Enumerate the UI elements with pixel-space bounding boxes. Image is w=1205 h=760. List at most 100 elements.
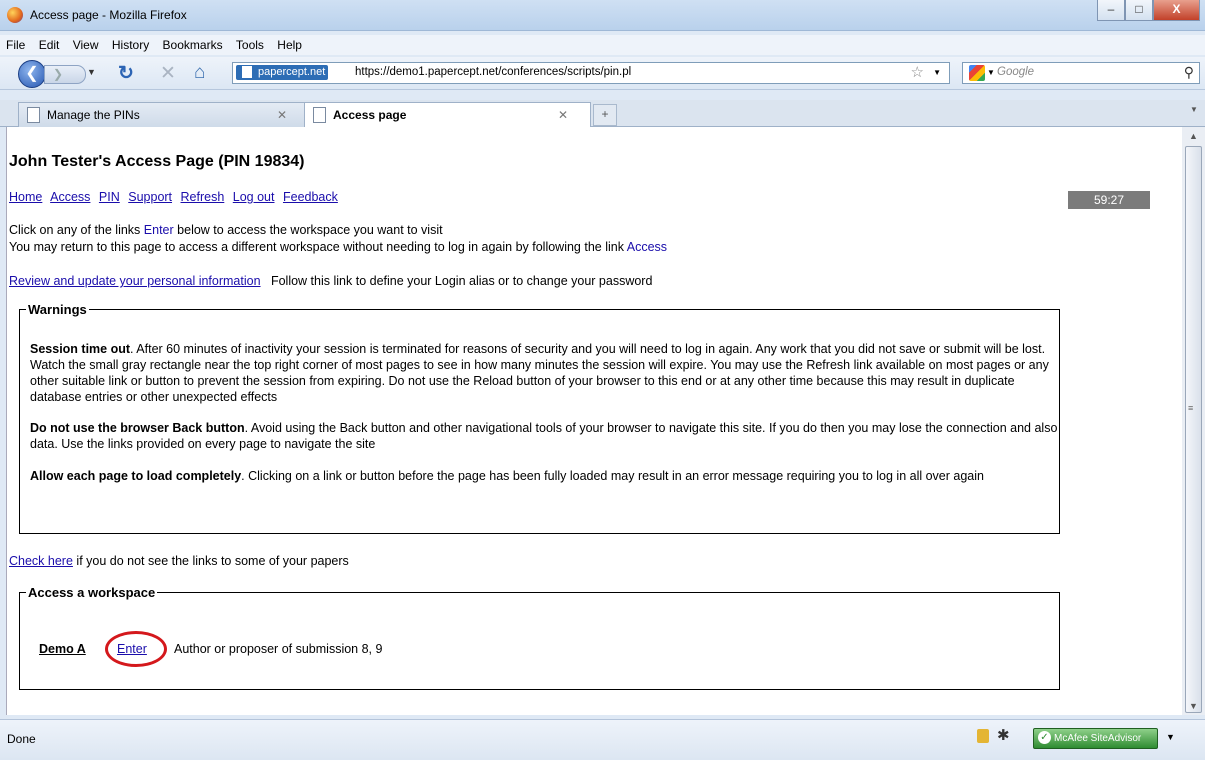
link-support[interactable]: Support <box>128 190 172 204</box>
menubar: File Edit View History Bookmarks Tools H… <box>0 35 1205 55</box>
maximize-button[interactable]: □ <box>1125 0 1153 21</box>
intro-text: Click on any of the links <box>9 223 144 237</box>
tab-manage-pins[interactable]: Manage the PINs ✕ <box>18 102 305 127</box>
link-pin[interactable]: PIN <box>99 190 120 204</box>
back-button[interactable]: ❮ <box>18 60 46 88</box>
tab-close-icon[interactable]: ✕ <box>558 108 568 122</box>
mcafee-label: McAfee SiteAdvisor <box>1054 733 1142 744</box>
warning-session-timeout: Session time out. After 60 minutes of in… <box>30 341 1060 405</box>
forward-button[interactable]: ❯ <box>44 65 86 84</box>
personal-info-line: Review and update your personal informat… <box>9 274 652 288</box>
check-line: Check here if you do not see the links t… <box>9 554 349 568</box>
tab-label: Access page <box>333 108 407 122</box>
session-timer: 59:27 <box>1068 191 1150 209</box>
warning-text: . After 60 minutes of inactivity your se… <box>30 342 1049 404</box>
page-title: John Tester's Access Page (PIN 19834) <box>9 153 305 170</box>
address-bar[interactable]: papercept.net https://demo1.papercept.ne… <box>232 62 950 84</box>
menu-file[interactable]: File <box>0 35 29 52</box>
check-text: if you do not see the links to some of y… <box>72 554 349 568</box>
personal-info-link[interactable]: Review and update your personal informat… <box>9 274 261 288</box>
link-logout[interactable]: Log out <box>233 190 275 204</box>
search-placeholder: Google <box>997 66 1035 78</box>
workspace-name: Demo A <box>39 642 86 656</box>
new-tab-button[interactable]: + <box>593 104 617 126</box>
page-icon <box>27 107 40 123</box>
mcafee-siteadvisor-button[interactable]: ✓ McAfee SiteAdvisor <box>1033 728 1158 749</box>
link-refresh[interactable]: Refresh <box>181 190 225 204</box>
workspace-box: Access a workspace Demo A Enter Author o… <box>19 585 1060 690</box>
menu-history[interactable]: History <box>106 35 153 52</box>
menu-help[interactable]: Help <box>271 35 306 52</box>
page-content: John Tester's Access Page (PIN 19834) Ho… <box>6 127 1182 715</box>
google-search-engine-icon[interactable] <box>969 65 985 81</box>
search-icon[interactable]: ⚲ <box>1184 64 1194 81</box>
workspace-legend: Access a workspace <box>28 585 156 600</box>
intro-text: You may return to this page to access a … <box>9 240 627 254</box>
warning-text: . Clicking on a link or button before th… <box>241 469 984 483</box>
warnings-box: Warnings Session time out. After 60 minu… <box>19 302 1060 534</box>
stop-icon[interactable]: ✕ <box>160 62 176 85</box>
menu-tools[interactable]: Tools <box>230 35 268 52</box>
intro-enter-word: Enter <box>143 223 174 237</box>
tab-close-icon[interactable]: ✕ <box>277 108 287 122</box>
search-engine-dropdown-icon[interactable]: ▼ <box>987 68 995 77</box>
tab-list-dropdown-icon[interactable]: ▼ <box>1190 105 1198 114</box>
menu-bookmarks[interactable]: Bookmarks <box>157 35 227 52</box>
intro-access-word: Access <box>626 240 668 254</box>
scrollbar-thumb[interactable] <box>1185 146 1202 713</box>
extension-bug-icon[interactable]: ✱ <box>997 726 1010 744</box>
page-icon <box>313 107 326 123</box>
close-button[interactable]: X <box>1153 0 1200 21</box>
warning-page-load: Allow each page to load completely. Clic… <box>30 468 1060 484</box>
minimize-button[interactable]: – <box>1097 0 1125 21</box>
mcafee-dropdown-icon[interactable]: ▼ <box>1166 732 1175 742</box>
plus-icon: + <box>601 107 609 121</box>
personal-info-text: Follow this link to define your Login al… <box>270 274 653 288</box>
window-title: Access page - Mozilla Firefox <box>30 8 187 22</box>
navigation-toolbar: ❮ ❯ ▼ ↻ ✕ ⌂ papercept.net https://demo1.… <box>0 57 1205 90</box>
history-dropdown-icon[interactable]: ▼ <box>87 67 96 77</box>
link-feedback[interactable]: Feedback <box>283 190 338 204</box>
firefox-logo-icon <box>7 7 23 23</box>
menu-view[interactable]: View <box>67 35 103 52</box>
url-text[interactable]: https://demo1.papercept.net/conferences/… <box>355 66 631 78</box>
warning-title: Do not use the browser Back button <box>30 421 245 435</box>
scroll-down-icon[interactable]: ▼ <box>1182 697 1205 715</box>
lock-icon[interactable] <box>977 729 989 743</box>
intro-line-2: You may return to this page to access a … <box>9 240 667 254</box>
link-access[interactable]: Access <box>50 190 90 204</box>
site-identity-label: papercept.net <box>258 66 326 78</box>
bookmark-star-icon[interactable]: ☆ <box>911 63 924 81</box>
window-controls: – □ X <box>1097 0 1200 21</box>
site-identity-badge[interactable]: papercept.net <box>236 65 329 80</box>
reload-icon[interactable]: ↻ <box>118 62 134 85</box>
window-titlebar: Access page - Mozilla Firefox – □ X <box>0 0 1205 31</box>
search-box[interactable]: ▼ Google ⚲ <box>962 62 1200 84</box>
page-favicon-icon <box>242 66 252 78</box>
url-dropdown-icon[interactable]: ▼ <box>933 68 941 77</box>
warning-back-button: Do not use the browser Back button. Avoi… <box>30 420 1060 452</box>
menu-edit[interactable]: Edit <box>33 35 64 52</box>
tab-bar: Manage the PINs ✕ Access page ✕ + <box>0 100 1205 128</box>
check-here-link[interactable]: Check here <box>9 554 73 568</box>
tab-label: Manage the PINs <box>47 108 140 122</box>
page-nav-links: Home Access PIN Support Refresh Log out … <box>9 190 343 204</box>
warning-title: Allow each page to load completely <box>30 469 242 483</box>
home-icon[interactable]: ⌂ <box>194 62 205 84</box>
red-highlight-circle <box>105 631 167 667</box>
check-icon: ✓ <box>1038 731 1051 744</box>
workspace-description: Author or proposer of submission 8, 9 <box>174 642 383 656</box>
back-arrow-icon: ❮ <box>25 65 39 82</box>
forward-arrow-icon: ❯ <box>53 67 64 81</box>
scroll-up-icon[interactable]: ▲ <box>1182 127 1205 145</box>
warnings-legend: Warnings <box>28 302 87 317</box>
status-bar: Done ✱ ✓ McAfee SiteAdvisor ▼ <box>0 719 1205 760</box>
status-text: Done <box>7 732 36 746</box>
scrollbar-grip-icon: ≡ <box>1188 403 1194 413</box>
intro-text: below to access the workspace you want t… <box>173 223 443 237</box>
tab-access-page[interactable]: Access page ✕ <box>304 102 591 128</box>
warning-title: Session time out <box>30 342 131 356</box>
link-home[interactable]: Home <box>9 190 42 204</box>
intro-line-1: Click on any of the links Enter below to… <box>9 223 443 237</box>
vertical-scrollbar[interactable]: ▲ ≡ ▼ <box>1182 127 1205 715</box>
